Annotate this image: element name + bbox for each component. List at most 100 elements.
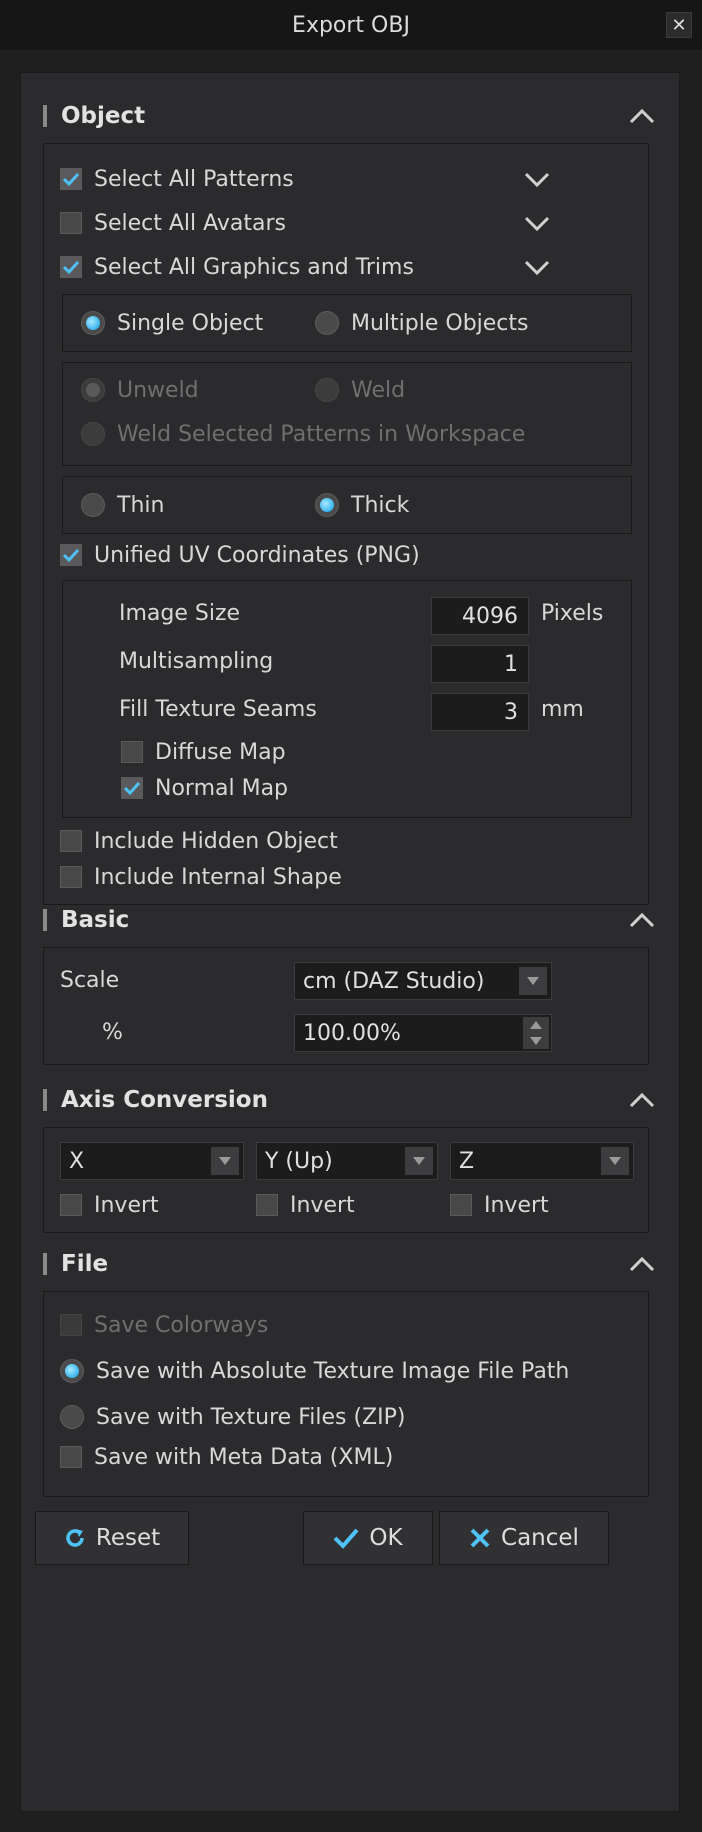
axis-panel: X Y (Up) Z Invert Invert Invert (43, 1127, 649, 1233)
single-object-radio[interactable]: Single Object (81, 308, 263, 338)
radio-disabled[interactable] (315, 378, 339, 402)
radio-selected-disabled[interactable] (81, 378, 105, 402)
include-internal-shape-checkbox[interactable]: Include Internal Shape (60, 862, 342, 892)
multisampling-label: Multisampling (119, 649, 274, 674)
checkbox-unchecked[interactable] (60, 830, 82, 852)
invert-y-checkbox[interactable]: Invert (256, 1190, 355, 1220)
radio-label: Save with Absolute Texture Image File Pa… (96, 1358, 570, 1384)
radio-label: Thin (117, 492, 165, 518)
thick-radio[interactable]: Thick (315, 490, 409, 520)
axis-y-value: Y (Up) (265, 1148, 333, 1174)
ok-button[interactable]: OK (303, 1511, 433, 1565)
dropdown-arrow-icon[interactable] (601, 1147, 629, 1175)
checkbox-checked[interactable] (121, 777, 143, 799)
checkbox-unchecked[interactable] (60, 1446, 82, 1468)
fill-texture-seams-input[interactable]: 3 (431, 693, 529, 731)
spin-down-icon[interactable] (523, 1033, 549, 1049)
weld-selected-radio[interactable]: Weld Selected Patterns in Workspace (81, 419, 525, 449)
radio-label: Multiple Objects (351, 310, 529, 336)
save-meta-data-checkbox[interactable]: Save with Meta Data (XML) (60, 1442, 393, 1472)
section-header-axis-conversion[interactable]: Axis Conversion (43, 1083, 268, 1117)
checkbox-label: Select All Graphics and Trims (94, 254, 414, 280)
section-title: Object (61, 103, 146, 129)
cancel-x-icon (470, 1528, 490, 1548)
percent-spinbox[interactable]: 100.00% (294, 1014, 552, 1052)
chevron-up-icon[interactable] (625, 1247, 659, 1281)
scale-label: Scale (60, 968, 120, 993)
chevron-down-icon[interactable] (520, 250, 554, 284)
thin-radio[interactable]: Thin (81, 490, 164, 520)
chevron-up-icon[interactable] (625, 99, 659, 133)
axis-z-dropdown[interactable]: Z (450, 1142, 634, 1180)
radio-label: Save with Texture Files (ZIP) (96, 1404, 406, 1430)
radio-label: Weld (351, 377, 406, 403)
section-header-file[interactable]: File (43, 1247, 108, 1281)
invert-x-checkbox[interactable]: Invert (60, 1190, 159, 1220)
window-title: Export OBJ (292, 12, 410, 38)
spin-up-icon[interactable] (523, 1017, 549, 1033)
save-texture-zip-radio[interactable]: Save with Texture Files (ZIP) (60, 1402, 405, 1432)
section-title: Axis Conversion (61, 1087, 268, 1113)
checkbox-label: Invert (290, 1192, 355, 1218)
checkbox-unchecked[interactable] (60, 866, 82, 888)
unweld-radio[interactable]: Unweld (81, 375, 199, 405)
fill-texture-seams-label: Fill Texture Seams (119, 697, 317, 722)
invert-z-checkbox[interactable]: Invert (450, 1190, 549, 1220)
unified-uv-checkbox[interactable]: Unified UV Coordinates (PNG) (60, 540, 420, 570)
multiple-objects-radio[interactable]: Multiple Objects (315, 308, 529, 338)
checkbox-unchecked[interactable] (121, 741, 143, 763)
radio-unselected[interactable] (81, 493, 105, 517)
checkbox-checked[interactable] (60, 256, 82, 278)
section-header-object[interactable]: Object (43, 99, 145, 133)
checkbox-label: Save with Meta Data (XML) (94, 1444, 394, 1470)
radio-selected[interactable] (60, 1359, 84, 1383)
select-all-patterns-checkbox[interactable]: Select All Patterns (60, 164, 294, 194)
checkbox-checked[interactable] (60, 544, 82, 566)
chevron-up-icon[interactable] (625, 1083, 659, 1117)
radio-unselected[interactable] (60, 1405, 84, 1429)
dropdown-arrow-icon[interactable] (211, 1147, 239, 1175)
dropdown-arrow-icon[interactable] (405, 1147, 433, 1175)
multisampling-input[interactable]: 1 (431, 645, 529, 683)
axis-x-dropdown[interactable]: X (60, 1142, 244, 1180)
checkbox-label: Invert (484, 1192, 549, 1218)
radio-disabled[interactable] (81, 422, 105, 446)
radio-selected[interactable] (81, 311, 105, 335)
select-all-avatars-checkbox[interactable]: Select All Avatars (60, 208, 286, 238)
axis-z-value: Z (459, 1148, 475, 1174)
checkbox-disabled[interactable] (60, 1314, 82, 1336)
include-hidden-object-checkbox[interactable]: Include Hidden Object (60, 826, 338, 856)
radio-unselected[interactable] (315, 311, 339, 335)
section-title: Basic (61, 907, 130, 933)
checkbox-unchecked[interactable] (256, 1194, 278, 1216)
cancel-button-label: Cancel (501, 1525, 579, 1551)
close-icon: ✕ (671, 14, 687, 36)
checkbox-label: Unified UV Coordinates (PNG) (94, 542, 420, 568)
checkbox-unchecked[interactable] (60, 212, 82, 234)
percent-label: % (102, 1020, 123, 1045)
save-colorways-checkbox[interactable]: Save Colorways (60, 1310, 268, 1340)
scale-dropdown[interactable]: cm (DAZ Studio) (294, 962, 552, 1000)
axis-y-dropdown[interactable]: Y (Up) (256, 1142, 438, 1180)
checkbox-unchecked[interactable] (60, 1194, 82, 1216)
reset-button[interactable]: Reset (35, 1511, 189, 1565)
scale-value: cm (DAZ Studio) (303, 968, 485, 994)
select-all-graphics-checkbox[interactable]: Select All Graphics and Trims (60, 252, 414, 282)
section-header-basic[interactable]: Basic (43, 903, 129, 937)
save-absolute-path-radio[interactable]: Save with Absolute Texture Image File Pa… (60, 1356, 569, 1386)
checkbox-checked[interactable] (60, 168, 82, 190)
image-size-input[interactable]: 4096 (431, 597, 529, 635)
weld-radio[interactable]: Weld (315, 375, 405, 405)
chevron-up-icon[interactable] (625, 903, 659, 937)
checkbox-label: Save Colorways (94, 1312, 269, 1338)
diffuse-map-checkbox[interactable]: Diffuse Map (121, 737, 286, 767)
normal-map-checkbox[interactable]: Normal Map (121, 773, 288, 803)
close-button[interactable]: ✕ (666, 12, 692, 38)
axis-x-value: X (69, 1148, 85, 1174)
dropdown-arrow-icon[interactable] (519, 967, 547, 995)
chevron-down-icon[interactable] (520, 206, 554, 240)
radio-selected[interactable] (315, 493, 339, 517)
checkbox-unchecked[interactable] (450, 1194, 472, 1216)
cancel-button[interactable]: Cancel (439, 1511, 609, 1565)
chevron-down-icon[interactable] (520, 162, 554, 196)
